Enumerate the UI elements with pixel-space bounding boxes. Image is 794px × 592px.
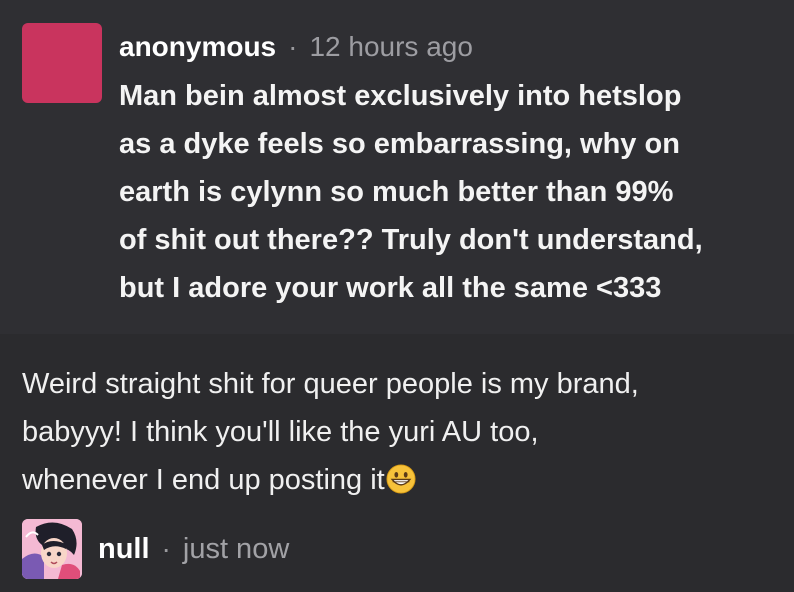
answer-text: Weird straight shit for queer people is … [22,368,639,496]
answerer-name[interactable]: null [98,533,150,566]
avatar-illustration-icon [22,519,82,579]
ask-header: anonymous · 12 hours ago [119,27,473,67]
null-avatar[interactable] [22,519,82,579]
anonymous-avatar [22,23,102,103]
ask-timestamp: 12 hours ago [309,31,473,62]
answerer-row: null · just now [98,529,289,569]
answerer-separator: · [161,533,171,564]
ask-separator: · [288,31,298,62]
answer-message: Weird straight shit for queer people is … [22,360,782,504]
ask-message: Man bein almost exclusively into hetslop… [119,80,703,304]
ask-card: anonymous · 12 hours ago Man bein almost… [0,0,794,334]
ask-author-name: anonymous [119,31,277,62]
answer-timestamp: just now [182,532,290,565]
grinning-face-icon [386,464,416,494]
